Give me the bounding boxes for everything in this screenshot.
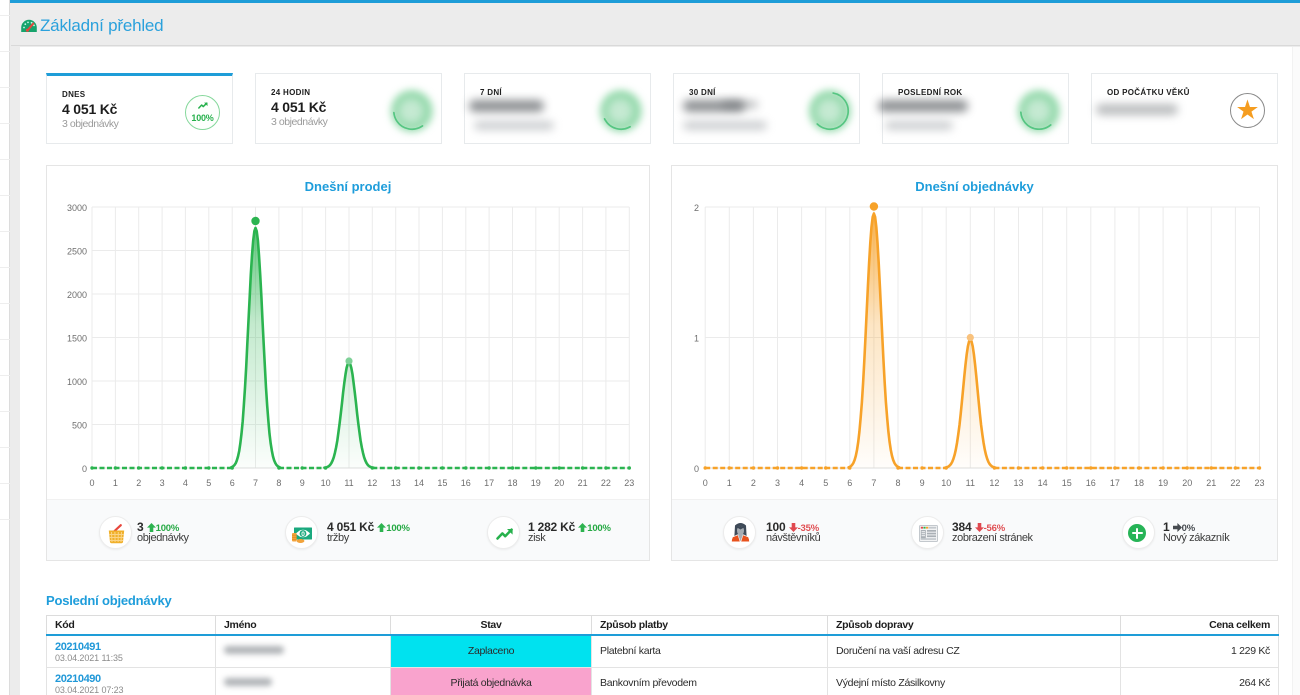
- svg-text:20: 20: [1182, 478, 1192, 488]
- svg-text:3: 3: [160, 478, 165, 488]
- svg-text:15: 15: [1062, 478, 1072, 488]
- svg-text:16: 16: [1086, 478, 1096, 488]
- svg-text:7: 7: [871, 478, 876, 488]
- svg-text:23: 23: [1254, 478, 1264, 488]
- svg-text:12: 12: [367, 478, 377, 488]
- svg-text:8: 8: [895, 478, 900, 488]
- svg-text:8: 8: [276, 478, 281, 488]
- svg-text:0: 0: [694, 464, 699, 474]
- svg-text:1500: 1500: [67, 334, 87, 344]
- svg-text:1: 1: [113, 478, 118, 488]
- svg-text:5: 5: [206, 478, 211, 488]
- svg-text:9: 9: [920, 478, 925, 488]
- svg-text:2500: 2500: [67, 247, 87, 257]
- svg-text:6: 6: [230, 478, 235, 488]
- svg-text:1: 1: [727, 478, 732, 488]
- svg-text:13: 13: [391, 478, 401, 488]
- svg-text:6: 6: [847, 478, 852, 488]
- svg-text:15: 15: [437, 478, 447, 488]
- svg-text:18: 18: [507, 478, 517, 488]
- svg-text:2: 2: [694, 203, 699, 213]
- svg-text:10: 10: [321, 478, 331, 488]
- svg-text:20: 20: [554, 478, 564, 488]
- svg-text:5: 5: [823, 478, 828, 488]
- svg-text:19: 19: [1158, 478, 1168, 488]
- svg-text:500: 500: [72, 421, 87, 431]
- svg-text:11: 11: [966, 478, 975, 488]
- svg-text:7: 7: [253, 478, 258, 488]
- svg-text:16: 16: [461, 478, 471, 488]
- svg-text:1: 1: [694, 334, 699, 344]
- svg-text:9: 9: [300, 478, 305, 488]
- svg-text:14: 14: [1038, 478, 1048, 488]
- svg-text:18: 18: [1134, 478, 1144, 488]
- svg-text:1000: 1000: [67, 377, 87, 387]
- svg-text:21: 21: [578, 478, 588, 488]
- svg-text:11: 11: [344, 478, 353, 488]
- svg-text:3000: 3000: [67, 203, 87, 213]
- svg-text:14: 14: [414, 478, 424, 488]
- svg-text:0: 0: [82, 464, 87, 474]
- svg-text:2000: 2000: [67, 290, 87, 300]
- svg-text:2: 2: [751, 478, 756, 488]
- svg-text:13: 13: [1013, 478, 1023, 488]
- svg-text:0: 0: [301, 531, 305, 538]
- svg-text:23: 23: [624, 478, 634, 488]
- svg-text:22: 22: [1230, 478, 1240, 488]
- svg-text:2: 2: [136, 478, 141, 488]
- svg-text:4: 4: [183, 478, 188, 488]
- svg-text:17: 17: [1110, 478, 1120, 488]
- svg-text:10: 10: [941, 478, 951, 488]
- svg-text:22: 22: [601, 478, 611, 488]
- svg-text:21: 21: [1206, 478, 1216, 488]
- svg-text:17: 17: [484, 478, 494, 488]
- svg-text:3: 3: [775, 478, 780, 488]
- svg-text:0: 0: [89, 478, 94, 488]
- svg-text:0: 0: [703, 478, 708, 488]
- svg-text:19: 19: [531, 478, 541, 488]
- svg-text:12: 12: [989, 478, 999, 488]
- svg-text:4: 4: [799, 478, 804, 488]
